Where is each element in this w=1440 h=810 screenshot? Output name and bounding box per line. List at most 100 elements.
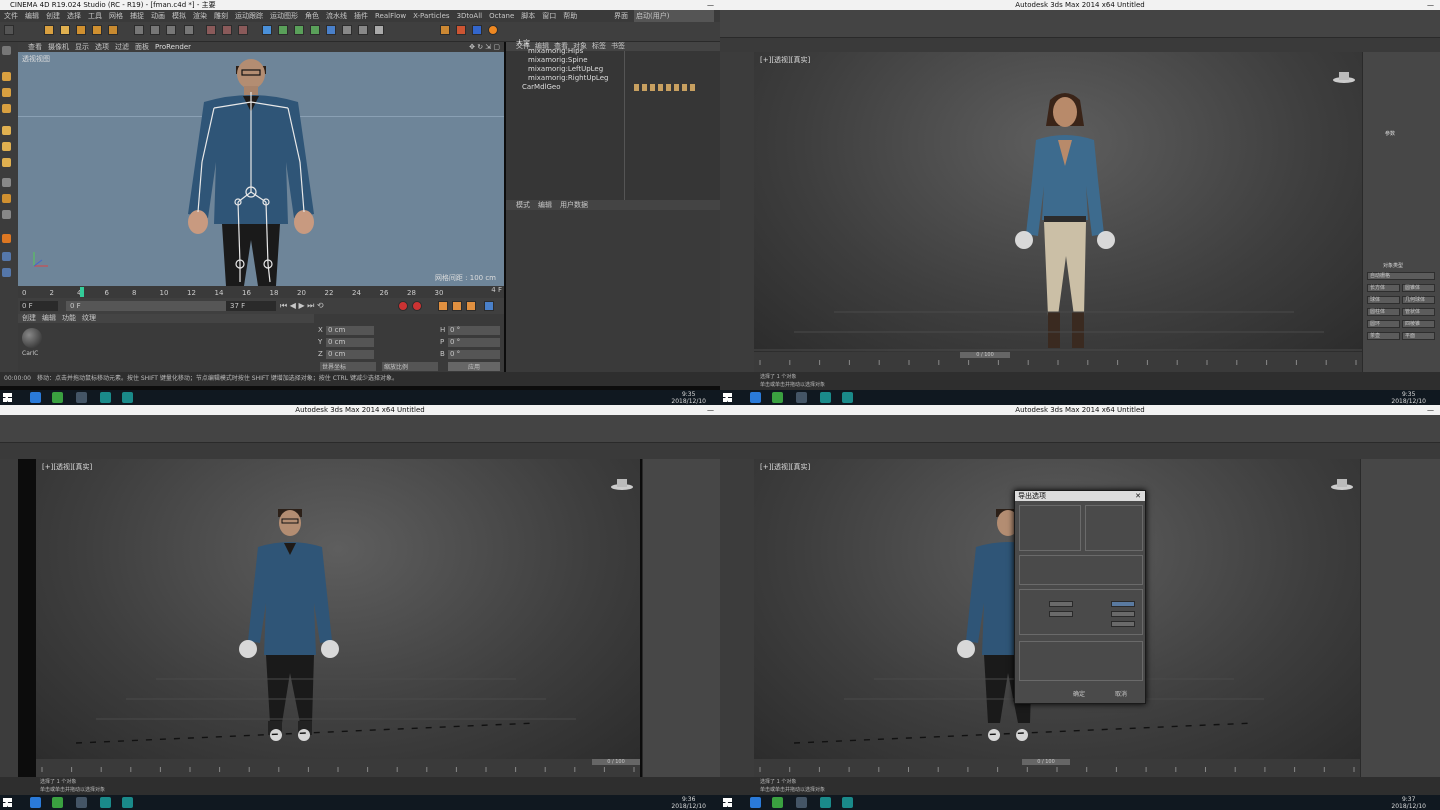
key-pos-icon[interactable]	[438, 301, 448, 311]
dialog-cancel-button[interactable]: 取消	[1115, 689, 1127, 698]
taskbar-app-c4d-icon[interactable]	[76, 797, 87, 808]
render-icon[interactable]	[222, 25, 232, 35]
object-item-spine[interactable]: mixamorig:Spine	[528, 56, 588, 64]
cmd-sphere-button[interactable]: 球体	[1367, 296, 1400, 304]
object-item-leftupleg[interactable]: mixamorig:LeftUpLeg	[528, 65, 603, 73]
coord-system-icon[interactable]	[184, 25, 194, 35]
xp-icon[interactable]	[440, 25, 450, 35]
frame-range-slider[interactable]: 0 F	[66, 301, 226, 311]
max-trackbar[interactable]: 0 / 100	[36, 759, 640, 777]
rotate-icon[interactable]	[92, 25, 102, 35]
windows-start-icon[interactable]	[3, 798, 12, 807]
nurbs-icon[interactable]	[294, 25, 304, 35]
sogou-icon[interactable]	[488, 25, 498, 35]
transform-icon[interactable]	[108, 25, 118, 35]
mat-menu-edit[interactable]: 编辑	[42, 314, 56, 322]
window-controls[interactable]: —	[1427, 0, 1434, 10]
taskbar-app-max1-icon[interactable]	[820, 797, 831, 808]
menu-mograph[interactable]: 运动图形	[270, 12, 298, 20]
max-trackbar[interactable]: 0 / 100	[754, 759, 1360, 777]
taskbar-app-browser-icon[interactable]	[772, 392, 783, 403]
cube-icon[interactable]	[262, 25, 272, 35]
menu-realflow[interactable]: RealFlow	[375, 12, 406, 20]
viewcube-icon[interactable]	[610, 475, 634, 491]
cmd-autogrid[interactable]: 自动栅格	[1367, 272, 1435, 280]
menu-plugins[interactable]: 插件	[354, 12, 368, 20]
cmd-teapot-button[interactable]: 茶壶	[1367, 332, 1400, 340]
taskbar-app-max2-icon[interactable]	[842, 392, 853, 403]
timeline-playhead[interactable]	[80, 287, 84, 297]
vp-menu-camera[interactable]: 摄像机	[48, 43, 69, 51]
vp-menu-view[interactable]: 查看	[28, 43, 42, 51]
window-controls[interactable]: —	[707, 0, 714, 10]
cmd-box-button[interactable]: 长方体	[1367, 284, 1400, 292]
frame-end-field[interactable]: 37 F	[226, 301, 276, 311]
z-axis-icon[interactable]	[166, 25, 176, 35]
playback-controls[interactable]: ⏮ ◀ ▶ ⏭ ⟲	[280, 301, 324, 311]
mat-menu-create[interactable]: 创建	[22, 314, 36, 322]
time-slider[interactable]: 0 / 100	[1022, 759, 1070, 765]
menu-select[interactable]: 选择	[67, 12, 81, 20]
taskbar-app-max1-icon[interactable]	[100, 392, 111, 403]
edges-mode-icon[interactable]	[2, 142, 11, 151]
menu-octane[interactable]: Octane	[489, 12, 514, 20]
x-axis-icon[interactable]	[134, 25, 144, 35]
vp-nav-icons[interactable]: ✥ ↻ ⇲ ▢	[469, 42, 500, 52]
menu-help[interactable]: 帮助	[563, 12, 577, 20]
menu-motion-tracker[interactable]: 运动跟踪	[235, 12, 263, 20]
taskbar-app-c4d-icon[interactable]	[76, 392, 87, 403]
taskbar-app-c4d-icon[interactable]	[796, 797, 807, 808]
sculpt-icon[interactable]	[2, 210, 11, 219]
lock-icon[interactable]	[2, 268, 11, 277]
viewcube-icon[interactable]	[1332, 68, 1356, 84]
mat-menu-function[interactable]: 功能	[62, 314, 76, 322]
cmd-cone-button[interactable]: 圆锥体	[1402, 284, 1435, 292]
model-mode-icon[interactable]	[2, 72, 11, 81]
coord-x-field[interactable]: 0 cm	[326, 326, 374, 335]
dialog-ok-button[interactable]: 确定	[1073, 689, 1085, 698]
cmd-cylinder-button[interactable]: 圆柱体	[1367, 308, 1400, 316]
menu-script[interactable]: 脚本	[521, 12, 535, 20]
taskbar-app-edge-icon[interactable]	[750, 392, 761, 403]
texture-mode-icon[interactable]	[2, 88, 11, 97]
camera-icon[interactable]	[358, 25, 368, 35]
menu-pipeline[interactable]: 流水线	[326, 12, 347, 20]
vp-menu-prorender[interactable]: ProRender	[155, 43, 191, 51]
timeline-window-icon[interactable]	[484, 301, 494, 311]
taskbar-app-max2-icon[interactable]	[842, 797, 853, 808]
obj-menu-bookmarks[interactable]: 书签	[611, 42, 625, 50]
menu-file[interactable]: 文件	[4, 12, 18, 20]
dialog-field-4[interactable]	[1111, 611, 1135, 617]
taskbar-app-browser-icon[interactable]	[52, 392, 63, 403]
taskbar-app-max2-icon[interactable]	[122, 392, 133, 403]
attr-menu-edit[interactable]: 编辑	[538, 201, 552, 209]
dialog-field-2[interactable]	[1111, 601, 1135, 607]
window-controls[interactable]: —	[707, 405, 714, 415]
object-item-rightupleg[interactable]: mixamorig:RightUpLeg	[528, 74, 608, 82]
dialog-field-1[interactable]	[1049, 601, 1073, 607]
obj-menu-tags[interactable]: 标签	[592, 42, 606, 50]
coord-h-field[interactable]: 0 °	[448, 326, 500, 335]
polygons-mode-icon[interactable]	[2, 158, 11, 167]
max-viewport[interactable]: [+][透视][真实]	[36, 459, 640, 759]
coord-z-field[interactable]: 0 cm	[326, 350, 374, 359]
cmd-tube-button[interactable]: 管状体	[1402, 308, 1435, 316]
c4d-timeline-ruler[interactable]: 024681012141618202224262830 4 F	[18, 286, 504, 298]
snap-icon[interactable]	[2, 194, 11, 203]
object-item-geo[interactable]: CarMdlGeo	[522, 83, 561, 91]
layout-dropdown[interactable]: 启动(用户)	[634, 10, 714, 22]
vp-menu-filter[interactable]: 过滤	[115, 43, 129, 51]
menu-3dtoall[interactable]: 3DtoAll	[457, 12, 483, 20]
vp-menu-options[interactable]: 选项	[95, 43, 109, 51]
taskbar-app-max1-icon[interactable]	[100, 797, 111, 808]
spline-icon[interactable]	[278, 25, 288, 35]
max-trackbar[interactable]: 0 / 100	[754, 352, 1362, 372]
menu-mesh[interactable]: 网格	[109, 12, 123, 20]
y-axis-icon[interactable]	[150, 25, 160, 35]
taskbar-app-max2-icon[interactable]	[122, 797, 133, 808]
windows-start-icon[interactable]	[723, 798, 732, 807]
coord-mode-scale[interactable]: 缩放比例	[382, 362, 438, 371]
menu-xparticles[interactable]: X-Particles	[413, 12, 449, 20]
taskbar-app-browser-icon[interactable]	[52, 797, 63, 808]
light-icon[interactable]	[374, 25, 384, 35]
